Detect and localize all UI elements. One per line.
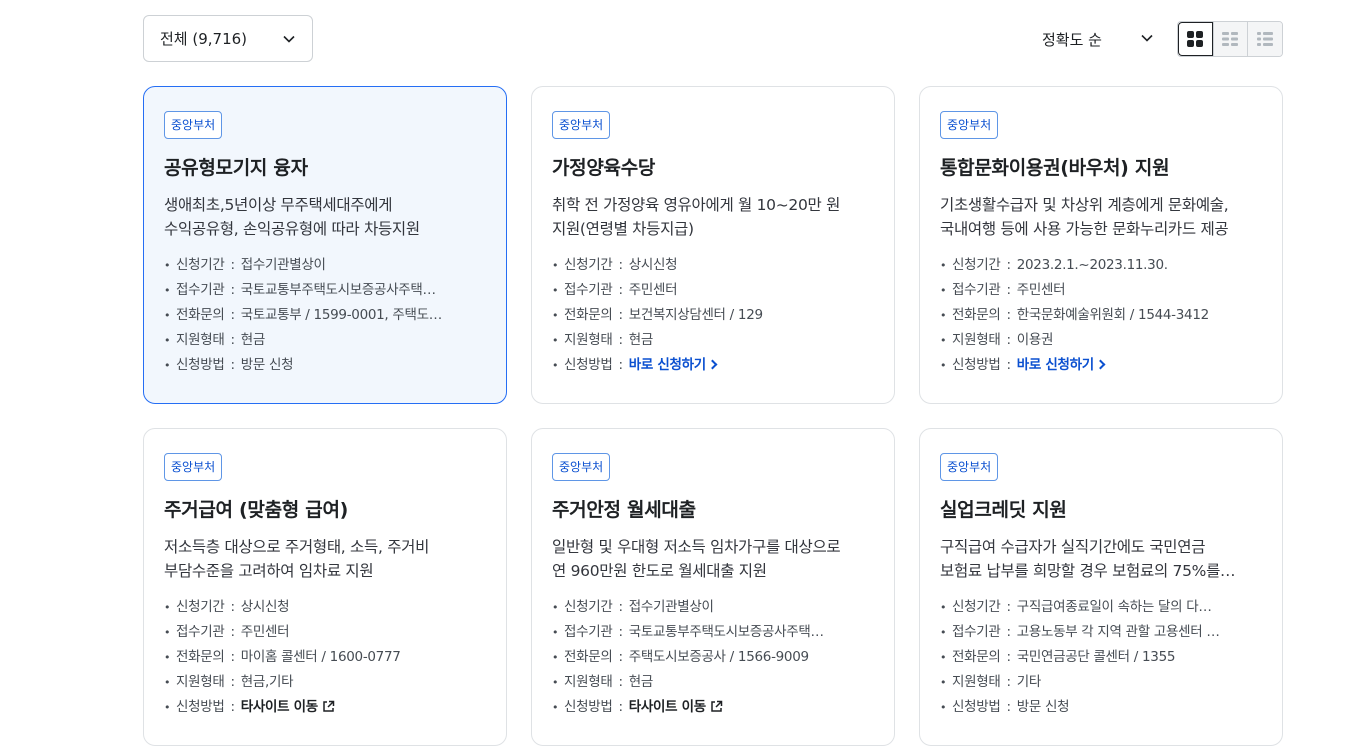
info-support-type: 지원형태 : 기타 <box>940 670 1262 695</box>
info-support-type: 지원형태 : 현금 <box>552 670 874 695</box>
info-agency: 접수기관 : 국토교통부주택도시보증공사주택… <box>552 620 874 645</box>
chevron-right-icon <box>1095 359 1106 370</box>
info-period: 신청기간 : 상시신청 <box>164 595 486 620</box>
card-info-list: 신청기간 : 접수기관별상이 접수기관 : 국토교통부주택도시보증공사주택… 전… <box>164 253 486 378</box>
info-phone: 전화문의 : 보건복지상담센터 / 129 <box>552 303 874 328</box>
card-description: 일반형 및 우대형 저소득 임차가구를 대상으로 연 960만원 한도로 월세대… <box>552 535 874 583</box>
apply-now-link[interactable]: 바로 신청하기 <box>629 357 706 373</box>
card-description-line: 지원(연령별 차등지급) <box>552 220 694 238</box>
category-badge: 중앙부처 <box>940 453 999 481</box>
view-mode-toggle <box>1177 21 1283 57</box>
card-info-list: 신청기간 : 상시신청 접수기관 : 주민센터 전화문의 : 마이홈 콜센터 /… <box>164 595 486 720</box>
category-badge: 중앙부처 <box>552 453 611 481</box>
card-title[interactable]: 통합문화이용권(바우처) 지원 <box>940 155 1262 181</box>
external-site-link[interactable]: 타사이트 이동 <box>629 699 706 715</box>
info-period: 신청기간 : 접수기관별상이 <box>552 595 874 620</box>
card-description: 저소득층 대상으로 주거형태, 소득, 주거비 부담수준을 고려하여 임차료 지… <box>164 535 486 583</box>
card-title[interactable]: 주거안정 월세대출 <box>552 497 874 523</box>
service-card[interactable]: 중앙부처 주거급여 (맞춤형 급여) 저소득층 대상으로 주거형태, 소득, 주… <box>143 428 507 746</box>
card-description: 기초생활수급자 및 차상위 계층에게 문화예술, 국내여행 등에 사용 가능한 … <box>940 193 1262 241</box>
info-agency: 접수기관 : 고용노동부 각 지역 관할 고용센터 … <box>940 620 1262 645</box>
info-support-type: 지원형태 : 현금 <box>164 328 486 353</box>
info-support-type: 지원형태 : 현금,기타 <box>164 670 486 695</box>
info-method: 신청방법 : 방문 신청 <box>164 353 486 378</box>
apply-now-link[interactable]: 바로 신청하기 <box>1017 357 1094 373</box>
info-method: 신청방법 : 타사이트 이동 <box>164 695 486 720</box>
external-link-icon <box>711 700 723 712</box>
compact-grid-view-button[interactable] <box>1212 22 1248 56</box>
compact-grid-icon <box>1222 32 1239 46</box>
card-description-line: 부담수준을 고려하여 임차료 지원 <box>164 562 374 580</box>
info-support-type: 지원형태 : 현금 <box>552 328 874 353</box>
info-method: 신청방법 : 방문 신청 <box>940 695 1262 720</box>
info-support-type: 지원형태 : 이용권 <box>940 328 1262 353</box>
card-description-line: 생애최초,5년이상 무주택세대주에게 <box>164 196 393 214</box>
info-phone: 전화문의 : 한국문화예술위원회 / 1544-3412 <box>940 303 1262 328</box>
service-card[interactable]: 중앙부처 실업크레딧 지원 구직급여 수급자가 실직기간에도 국민연금 보험료 … <box>919 428 1283 746</box>
card-info-list: 신청기간 : 접수기관별상이 접수기관 : 국토교통부주택도시보증공사주택… 전… <box>552 595 874 720</box>
category-badge: 중앙부처 <box>552 111 611 139</box>
sort-label: 정확도 순 <box>1042 30 1102 49</box>
card-title[interactable]: 공유형모기지 융자 <box>164 155 486 181</box>
info-period: 신청기간 : 2023.2.1.~2023.11.30. <box>940 253 1262 278</box>
external-site-link[interactable]: 타사이트 이동 <box>241 699 318 715</box>
card-info-list: 신청기간 : 상시신청 접수기관 : 주민센터 전화문의 : 보건복지상담센터 … <box>552 253 874 378</box>
chevron-right-icon <box>707 359 718 370</box>
card-description: 구직급여 수급자가 실직기간에도 국민연금 보험료 납부를 희망할 경우 보험료… <box>940 535 1262 583</box>
info-agency: 접수기관 : 국토교통부주택도시보증공사주택… <box>164 278 486 303</box>
info-agency: 접수기관 : 주민센터 <box>940 278 1262 303</box>
category-filter-select[interactable]: 전체 (9,716) <box>143 15 313 62</box>
card-description: 생애최초,5년이상 무주택세대주에게 수익공유형, 손익공유형에 따라 차등지원 <box>164 193 486 241</box>
service-card[interactable]: 중앙부처 통합문화이용권(바우처) 지원 기초생활수급자 및 차상위 계층에게 … <box>919 86 1283 404</box>
card-description-line: 저소득층 대상으로 주거형태, 소득, 주거비 <box>164 538 430 556</box>
info-method: 신청방법 : 바로 신청하기 <box>940 353 1262 378</box>
card-description-line: 보험료 납부를 희망할 경우 보험료의 75%를… <box>940 562 1236 580</box>
grid-view-icon <box>1187 31 1204 47</box>
card-description-line: 취학 전 가정양육 영유아에게 월 10~20만 원 <box>552 196 841 214</box>
info-method: 신청방법 : 바로 신청하기 <box>552 353 874 378</box>
grid-view-button[interactable] <box>1178 22 1213 56</box>
card-title[interactable]: 가정양육수당 <box>552 155 874 181</box>
info-method: 신청방법 : 타사이트 이동 <box>552 695 874 720</box>
info-agency: 접수기관 : 주민센터 <box>552 278 874 303</box>
card-description-line: 기초생활수급자 및 차상위 계층에게 문화예술, <box>940 196 1229 214</box>
category-badge: 중앙부처 <box>940 111 999 139</box>
info-period: 신청기간 : 접수기관별상이 <box>164 253 486 278</box>
card-description-line: 일반형 및 우대형 저소득 임차가구를 대상으로 <box>552 538 841 556</box>
card-description-line: 구직급여 수급자가 실직기간에도 국민연금 <box>940 538 1206 556</box>
chevron-down-icon <box>1141 34 1153 42</box>
info-phone: 전화문의 : 국민연금공단 콜센터 / 1355 <box>940 645 1262 670</box>
info-phone: 전화문의 : 마이홈 콜센터 / 1600-0777 <box>164 645 486 670</box>
card-description-line: 연 960만원 한도로 월세대출 지원 <box>552 562 767 580</box>
card-description: 취학 전 가정양육 영유아에게 월 10~20만 원 지원(연령별 차등지급) <box>552 193 874 241</box>
card-info-list: 신청기간 : 2023.2.1.~2023.11.30. 접수기관 : 주민센터… <box>940 253 1262 378</box>
list-view-icon <box>1257 32 1274 46</box>
category-filter-label: 전체 (9,716) <box>160 30 248 48</box>
chevron-down-icon <box>283 35 295 43</box>
sort-select[interactable]: 정확도 순 <box>1042 25 1154 53</box>
info-phone: 전화문의 : 주택도시보증공사 / 1566-9009 <box>552 645 874 670</box>
service-card[interactable]: 중앙부처 가정양육수당 취학 전 가정양육 영유아에게 월 10~20만 원 지… <box>531 86 895 404</box>
info-period: 신청기간 : 상시신청 <box>552 253 874 278</box>
service-card[interactable]: 중앙부처 주거안정 월세대출 일반형 및 우대형 저소득 임차가구를 대상으로 … <box>531 428 895 746</box>
list-view-button[interactable] <box>1247 22 1282 56</box>
card-info-list: 신청기간 : 구직급여종료일이 속하는 달의 다… 접수기관 : 고용노동부 각… <box>940 595 1262 720</box>
card-title[interactable]: 실업크레딧 지원 <box>940 497 1262 523</box>
category-badge: 중앙부처 <box>164 453 223 481</box>
info-period: 신청기간 : 구직급여종료일이 속하는 달의 다… <box>940 595 1262 620</box>
category-badge: 중앙부처 <box>164 111 223 139</box>
service-card[interactable]: 중앙부처 공유형모기지 융자 생애최초,5년이상 무주택세대주에게 수익공유형,… <box>143 86 507 404</box>
external-link-icon <box>323 700 335 712</box>
toolbar: 전체 (9,716) 정확도 순 <box>143 15 1283 62</box>
card-description-line: 국내여행 등에 사용 가능한 문화누리카드 제공 <box>940 220 1229 238</box>
info-agency: 접수기관 : 주민센터 <box>164 620 486 645</box>
card-description-line: 수익공유형, 손익공유형에 따라 차등지원 <box>164 220 420 238</box>
card-title[interactable]: 주거급여 (맞춤형 급여) <box>164 497 486 523</box>
info-phone: 전화문의 : 국토교통부 / 1599-0001, 주택도… <box>164 303 486 328</box>
